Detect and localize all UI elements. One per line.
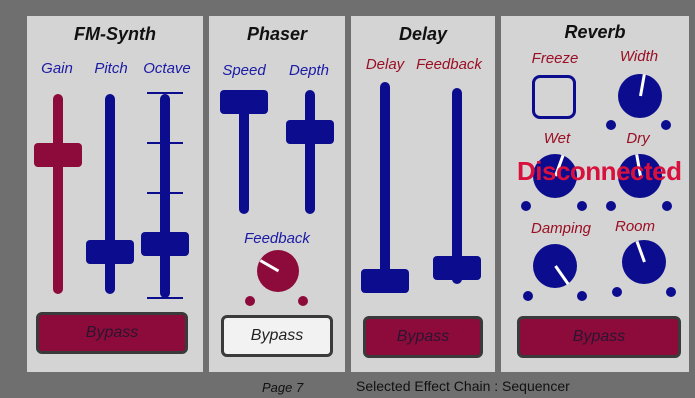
gain-label: Gain [41,60,73,77]
width-label: Width [619,48,659,65]
octave-tick [147,142,183,144]
knob-max-dot [662,201,672,211]
pitch-slider-thumb[interactable] [86,240,134,264]
knob-min-dot [521,201,531,211]
depth-slider-track[interactable] [305,90,315,214]
fm-synth-bypass-button[interactable]: Bypass [36,312,188,354]
fm-synth-panel: FM-Synth Gain Pitch Octave Bypass [27,16,203,372]
phaser-feedback-label: Feedback [244,230,310,247]
delay-feedback-slider-thumb[interactable] [433,256,481,280]
damping-label: Damping [530,220,592,237]
room-label: Room [614,218,656,235]
delay-time-slider-track[interactable] [380,82,390,292]
delay-title: Delay [398,24,448,44]
octave-slider-thumb[interactable] [141,232,189,256]
dry-label: Dry [626,130,650,147]
speed-slider-thumb[interactable] [220,90,268,114]
reverb-title: Reverb [564,22,626,42]
phaser-feedback-knob[interactable] [257,250,299,292]
freeze-toggle[interactable] [532,75,576,119]
delay-time-label: Delay [365,56,405,73]
phaser-bypass-button[interactable]: Bypass [221,315,333,357]
delay-bypass-button[interactable]: Bypass [363,316,483,358]
gain-slider-thumb[interactable] [34,143,82,167]
page-indicator: Page 7 [262,380,304,395]
width-knob[interactable] [618,74,662,118]
delay-time-slider-thumb[interactable] [361,269,409,293]
speed-label: Speed [222,62,266,79]
octave-tick [147,297,183,299]
depth-label: Depth [288,62,330,79]
octave-tick [147,192,183,194]
wet-label: Wet [543,130,571,147]
delay-panel: Delay Delay Feedback Bypass [351,16,495,372]
octave-slider-track[interactable] [160,94,170,298]
knob-max-dot [666,287,676,297]
knob-min-dot [606,201,616,211]
knob-min-dot [606,120,616,130]
phaser-title: Phaser [246,24,308,44]
knob-max-dot [298,296,308,306]
pitch-slider-track[interactable] [105,94,115,294]
depth-slider-thumb[interactable] [286,120,334,144]
fm-synth-title: FM-Synth [74,24,156,44]
connection-status: Disconnected [517,156,682,186]
knob-min-dot [523,291,533,301]
room-knob[interactable] [622,240,666,284]
damping-knob[interactable] [533,244,577,288]
knob-max-dot [577,201,587,211]
delay-feedback-label: Feedback [416,56,482,73]
delay-feedback-slider-track[interactable] [452,88,462,284]
knob-min-dot [245,296,255,306]
octave-tick [147,92,183,94]
selected-effect-chain: Selected Effect Chain : Sequencer [356,378,570,394]
phaser-panel: Phaser Speed Depth Feedback Bypass [209,16,345,372]
freeze-label: Freeze [531,50,579,67]
reverb-bypass-button[interactable]: Bypass [517,316,681,358]
pitch-label: Pitch [94,60,128,77]
knob-max-dot [577,291,587,301]
knob-max-dot [661,120,671,130]
reverb-panel: Reverb Freeze Width Wet Dry Damping Room… [501,16,689,372]
gain-slider-track[interactable] [53,94,63,294]
knob-min-dot [612,287,622,297]
octave-label: Octave [143,60,191,77]
